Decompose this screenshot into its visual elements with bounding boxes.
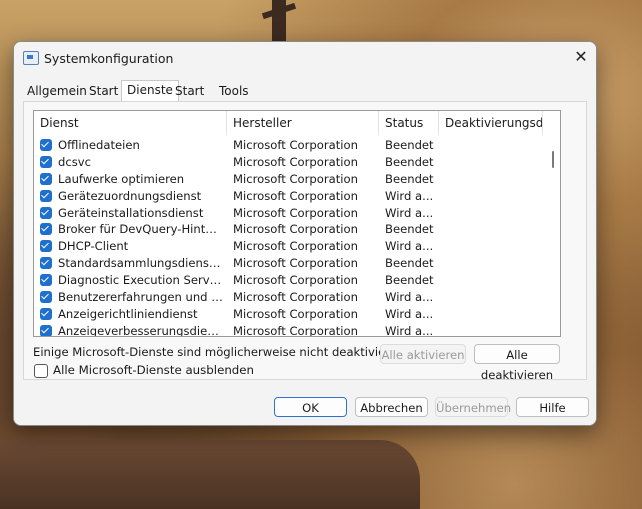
service-status: Wird a... [385,290,434,305]
service-name: Diagnostic Execution Service [58,273,223,288]
cancel-button[interactable]: Abbrechen [355,397,428,417]
service-name: Standardsammlungsdienst des M... [58,256,223,271]
service-enabled-checkbox[interactable] [40,240,52,253]
service-enabled-checkbox[interactable] [40,291,52,304]
table-row[interactable]: Broker für DevQuery-Hintergrun... Microso… [34,221,560,238]
hide-microsoft-services-label: Alle Microsoft-Dienste ausblenden [53,363,255,377]
service-name: dcsvc [58,154,92,169]
wallpaper-log [0,440,420,509]
service-enabled-checkbox[interactable] [40,155,52,168]
service-status: Wird a... [385,306,434,321]
service-status: Wird a... [385,323,434,337]
vertical-scrollbar[interactable] [546,111,560,336]
service-status: Beendet [385,154,434,169]
hide-microsoft-services-checkbox[interactable] [34,364,48,378]
table-row[interactable]: Laufwerke optimieren Microsoft Corporatio… [34,171,560,188]
service-enabled-checkbox[interactable] [40,189,52,202]
disable-all-button[interactable]: Alle deaktivieren [474,344,560,382]
table-row[interactable]: Anzeigerichtliniendienst Microsoft Corpor… [34,306,560,323]
service-enabled-checkbox[interactable] [40,223,52,236]
service-vendor: Microsoft Corporation [233,188,358,203]
tab-allgemein[interactable]: Allgemein [22,82,92,100]
service-status: Beendet [385,222,434,237]
column-header-deaktivierungsdatum[interactable]: Deaktivierungsd... [439,111,543,135]
tab-tools[interactable]: Tools [214,82,254,100]
service-vendor: Microsoft Corporation [233,273,358,288]
help-button[interactable]: Hilfe [516,397,589,417]
service-name: Gerätezuordnungsdienst [58,188,202,203]
service-enabled-checkbox[interactable] [40,307,52,320]
service-vendor: Microsoft Corporation [233,171,358,186]
service-name: Broker für DevQuery-Hintergrun... [58,222,223,237]
tab-start[interactable]: Start [84,82,123,100]
service-name: Benutzererfahrungen und Telem... [58,290,223,305]
service-status: Beendet [385,138,434,152]
dialog-button-bar: OK Abbrechen Übernehmen Hilfe [14,385,596,425]
service-status: Beendet [385,256,434,271]
service-status: Beendet [385,273,434,288]
column-header-hersteller[interactable]: Hersteller [227,111,379,135]
table-row[interactable]: Standardsammlungsdienst des M... Microsof… [34,255,560,272]
microsoft-services-note: Einige Microsoft-Dienste sind möglicherw… [33,345,399,359]
service-name: Anzeigeverbesserungsdienst [58,323,223,337]
service-name: Laufwerke optimieren [58,171,185,186]
system-configuration-window: Systemkonfiguration ✕ Allgemein Start Di… [13,41,597,426]
enable-all-button[interactable]: Alle aktivieren [380,344,466,364]
services-list[interactable]: Dienst Hersteller Status Deaktivierungsd… [33,110,561,337]
column-header-status[interactable]: Status [379,111,439,135]
table-row[interactable]: Diagnostic Execution Service Microsoft Co… [34,272,560,289]
msconfig-app-icon [23,51,39,65]
ok-button[interactable]: OK [274,397,347,417]
table-row[interactable]: Benutzererfahrungen und Telem... Microsof… [34,289,560,306]
service-vendor: Microsoft Corporation [233,205,358,220]
table-row[interactable]: Offlinedateien Microsoft Corporation Beend… [34,137,560,154]
table-row[interactable]: Anzeigeverbesserungsdienst Microsoft Corp… [34,323,560,337]
table-row[interactable]: Geräteinstallationsdienst Microsoft Corpo… [34,205,560,222]
column-header-dienst[interactable]: Dienst [34,111,227,135]
service-status: Wird a... [385,188,434,203]
service-status: Wird a... [385,239,434,254]
tab-start-2[interactable]: Start [170,82,209,100]
service-name: Geräteinstallationsdienst [58,205,204,220]
service-vendor: Microsoft Corporation [233,154,358,169]
service-status: Wird a... [385,205,434,220]
table-row[interactable]: DHCP-Client Microsoft Corporation Wird a..… [34,238,560,255]
service-enabled-checkbox[interactable] [40,324,52,336]
service-vendor: Microsoft Corporation [233,138,358,152]
service-enabled-checkbox[interactable] [40,139,52,151]
service-status: Beendet [385,171,434,186]
service-vendor: Microsoft Corporation [233,306,358,321]
window-title: Systemkonfiguration [44,51,174,66]
service-enabled-checkbox[interactable] [40,206,52,219]
service-name: Anzeigerichtliniendienst [58,306,198,321]
service-enabled-checkbox[interactable] [40,172,52,185]
close-button[interactable]: ✕ [566,42,596,72]
service-enabled-checkbox[interactable] [40,257,52,270]
scrollbar-thumb[interactable] [552,151,554,168]
table-row[interactable]: dcsvc Microsoft Corporation Beendet [34,154,560,171]
service-vendor: Microsoft Corporation [233,323,358,337]
service-vendor: Microsoft Corporation [233,239,358,254]
service-vendor: Microsoft Corporation [233,222,358,237]
title-bar: Systemkonfiguration ✕ [14,42,596,74]
apply-button[interactable]: Übernehmen [435,397,511,417]
list-header: Dienst Hersteller Status Deaktivierungsd… [34,111,560,135]
service-vendor: Microsoft Corporation [233,290,358,305]
service-name: DHCP-Client [58,239,129,254]
service-name: Offlinedateien [58,138,140,152]
service-enabled-checkbox[interactable] [40,274,52,287]
list-rows: Offlinedateien Microsoft Corporation Beend… [34,137,560,337]
table-row[interactable]: Gerätezuordnungsdienst Microsoft Corporat… [34,188,560,205]
service-vendor: Microsoft Corporation [233,256,358,271]
